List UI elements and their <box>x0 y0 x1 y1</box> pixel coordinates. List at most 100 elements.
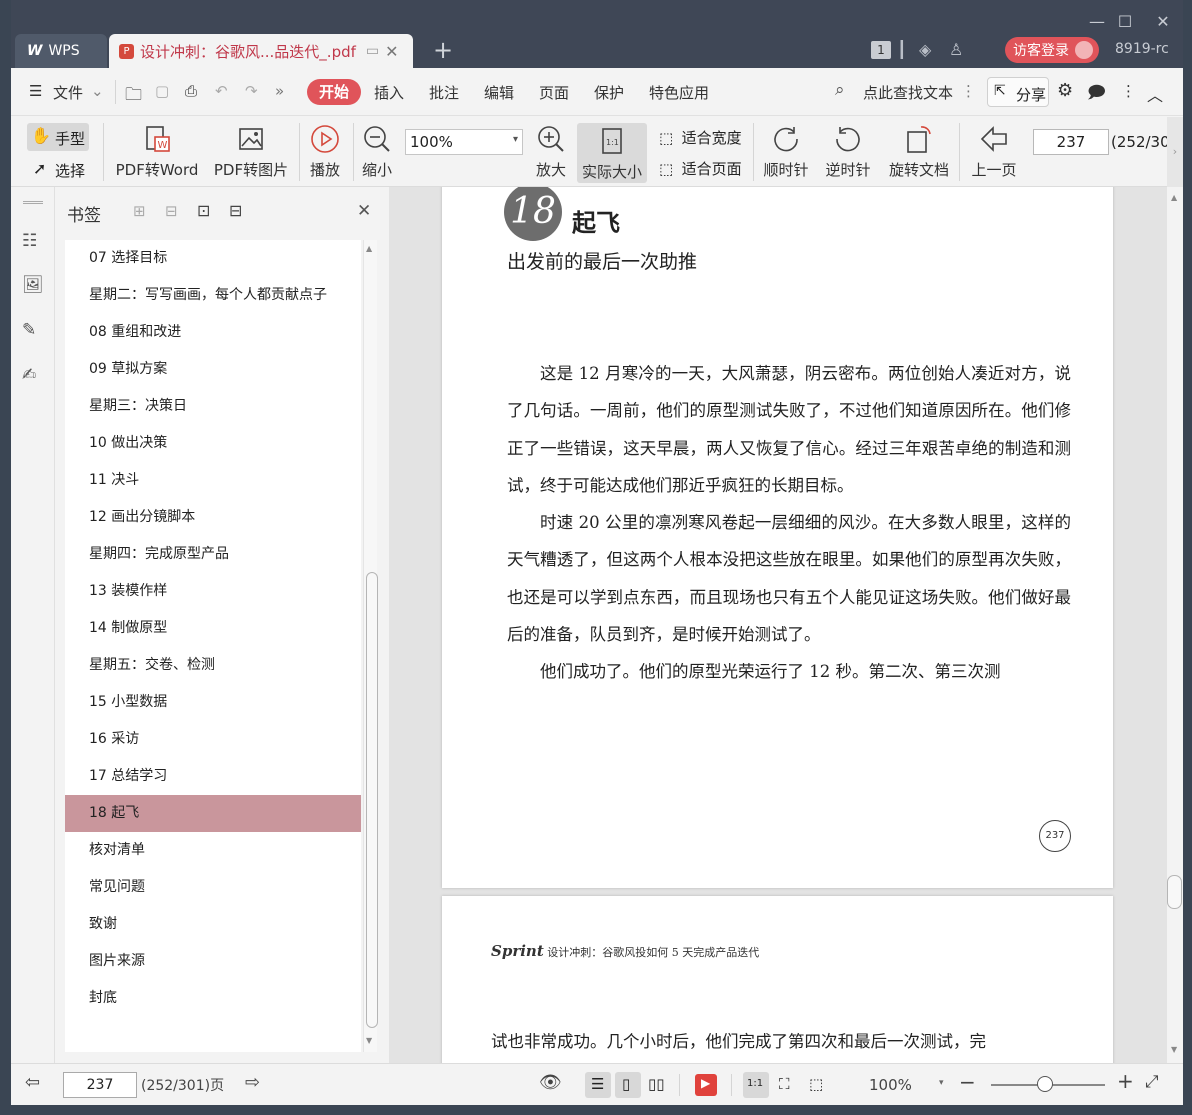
fullscreen-icon[interactable]: ⤢ <box>1145 1072 1159 1092</box>
hamburger-icon[interactable]: ☰ <box>29 82 42 100</box>
file-menu[interactable]: 文件 <box>53 82 83 103</box>
chevron-down-icon[interactable]: ▾ <box>939 1078 944 1088</box>
bookmark-scrollbar[interactable]: ▲ ▼ <box>363 240 378 1052</box>
bookmark-item[interactable]: 常见问题 <box>65 869 361 906</box>
bookmark-item[interactable]: 封底 <box>65 980 361 1017</box>
comment-icon[interactable]: 🗩 <box>1087 80 1106 109</box>
bookmark-item[interactable]: 星期三：决策日 <box>65 388 361 425</box>
fit-width-button[interactable]: ⬚ <box>803 1072 829 1098</box>
arrow-left-icon[interactable]: ⇦ <box>25 1072 40 1093</box>
maximize-icon[interactable]: ☐ <box>1115 12 1135 31</box>
drag-handle-icon[interactable] <box>23 201 43 204</box>
bookmark-icon[interactable]: ⊟ <box>229 201 242 220</box>
bookmark-item[interactable]: 16 采访 <box>65 721 361 758</box>
bookmark-item[interactable]: 致谢 <box>65 906 361 943</box>
page-number-input[interactable]: 237 <box>1033 129 1109 155</box>
actual-size-button[interactable]: 1:1 实际大小 <box>577 123 647 183</box>
visitor-login-button[interactable]: 访客登录 <box>1005 37 1099 63</box>
status-zoom-value[interactable]: 100% <box>869 1076 912 1094</box>
save-icon[interactable]: ▢ <box>155 82 169 100</box>
arrow-right-icon[interactable]: ⇨ <box>245 1072 260 1093</box>
pdf-to-image-button[interactable]: PDF转图片 <box>209 123 293 180</box>
fit-page-button[interactable]: ⬚ 适合页面 <box>659 158 742 180</box>
tab-wps-home[interactable]: W WPS <box>15 34 107 68</box>
annotation-icon[interactable]: ✎ <box>22 320 42 340</box>
eye-icon[interactable]: 👁 <box>539 1072 562 1093</box>
find-text-button[interactable]: 点此查找文本 <box>863 82 953 103</box>
play-button[interactable]: 播放 <box>307 123 343 180</box>
menu-protect[interactable]: 保护 <box>594 82 624 103</box>
bookmark-item[interactable]: 11 决斗 <box>65 462 361 499</box>
scroll-down-icon[interactable]: ▼ <box>366 1036 372 1045</box>
bookmark-item[interactable]: 图片来源 <box>65 943 361 980</box>
menu-annotate[interactable]: 批注 <box>429 82 459 103</box>
pdf-to-word-button[interactable]: W PDF转Word <box>113 123 201 180</box>
actual-size-button[interactable]: 1:1 <box>743 1072 769 1098</box>
rotate-document-button[interactable]: 旋转文档 <box>887 123 951 180</box>
screen-icon[interactable]: ▭ <box>366 43 379 59</box>
scroll-down-icon[interactable]: ▼ <box>1171 1045 1177 1054</box>
expand-all-icon[interactable]: ⊞ <box>133 202 146 220</box>
close-icon[interactable]: ✕ <box>357 201 371 221</box>
menu-special[interactable]: 特色应用 <box>649 82 709 103</box>
zoom-out-icon[interactable]: − <box>959 1070 976 1094</box>
close-tab-icon[interactable]: ✕ <box>385 42 398 61</box>
menu-insert[interactable]: 插入 <box>374 82 404 103</box>
outline-icon[interactable]: ☷ <box>22 231 42 251</box>
rotate-clockwise-button[interactable]: 顺时针 <box>761 123 811 180</box>
search-icon[interactable]: ⌕ <box>835 80 845 100</box>
single-page-continuous-button[interactable]: ☰ <box>585 1072 611 1098</box>
redo-icon[interactable]: ↷ <box>245 82 258 100</box>
open-folder-icon[interactable]: 🗀 <box>125 82 142 111</box>
bookmark-item[interactable]: 星期二：写写画画，每个人都贡献点子 <box>65 277 361 314</box>
bookmark-item[interactable]: 星期五：交卷、检测 <box>65 647 361 684</box>
hand-tool-button[interactable]: ✋ 手型 <box>27 123 89 151</box>
close-window-icon[interactable]: ✕ <box>1153 12 1173 31</box>
zoom-select[interactable]: 100% ▾ <box>405 129 523 155</box>
chevron-down-icon[interactable]: ⌄ <box>91 82 104 100</box>
collapse-ribbon-icon[interactable]: ︿ <box>1147 82 1163 106</box>
bookmark-item[interactable]: 星期四：完成原型产品 <box>65 536 361 573</box>
bookmark-item[interactable]: 15 小型数据 <box>65 684 361 721</box>
more-vertical-icon[interactable]: ⋮ <box>1121 82 1136 100</box>
ribbon-scroll-right-icon[interactable]: › <box>1167 117 1183 187</box>
bookmark-item[interactable]: 08 重组和改进 <box>65 314 361 351</box>
shirt-icon[interactable]: ♙ <box>949 40 963 59</box>
document-scroll-thumb[interactable] <box>1167 875 1182 909</box>
scroll-up-icon[interactable]: ▲ <box>366 244 372 253</box>
tab-document[interactable]: P 设计冲刺：谷歌风...品迭代_.pdf ▭ ✕ <box>109 34 413 68</box>
menu-edit[interactable]: 编辑 <box>484 82 514 103</box>
share-button[interactable]: ⇱ 分享 <box>987 77 1049 107</box>
document-view[interactable]: 18 起飞 出发前的最后一次助推 这是 12 月寒冷的一天，大风萧瑟，阴云密布。… <box>389 187 1167 1063</box>
thumbnail-icon[interactable]: 🖼 <box>22 275 44 295</box>
window-count-badge[interactable]: 1 <box>871 41 891 59</box>
minimize-icon[interactable]: — <box>1087 12 1107 31</box>
print-icon[interactable]: ⎙ <box>185 82 197 100</box>
gear-icon[interactable]: ⚙ <box>1057 80 1073 101</box>
bookmark-item[interactable]: 10 做出决策 <box>65 425 361 462</box>
collapse-all-icon[interactable]: ⊟ <box>165 202 178 220</box>
bookmark-item[interactable]: 09 草拟方案 <box>65 351 361 388</box>
new-tab-button[interactable]: + <box>433 36 453 64</box>
fit-page-button[interactable]: ⛶ <box>773 1072 799 1098</box>
status-page-input[interactable]: 237 <box>63 1072 137 1098</box>
undo-icon[interactable]: ↶ <box>215 82 228 100</box>
skin-icon[interactable]: ◈ <box>919 40 931 59</box>
bookmark-item[interactable]: 核对清单 <box>65 832 361 869</box>
bookmark-item[interactable]: 13 装模作样 <box>65 573 361 610</box>
bookmark-item[interactable]: 17 总结学习 <box>65 758 361 795</box>
bookmark-item[interactable]: 18 起飞 <box>65 795 361 832</box>
fit-width-button[interactable]: ⬚ 适合宽度 <box>659 127 742 149</box>
zoom-in-icon[interactable]: + <box>1117 1069 1134 1093</box>
more-icon[interactable]: » <box>275 82 284 100</box>
zoom-out-button[interactable]: 缩小 <box>359 123 395 180</box>
menu-start[interactable]: 开始 <box>307 79 361 105</box>
rotate-counterclockwise-button[interactable]: 逆时针 <box>823 123 873 180</box>
scroll-up-icon[interactable]: ▲ <box>1171 193 1177 202</box>
bookmark-item[interactable]: 07 选择目标 <box>65 240 361 277</box>
bookmark-scroll-thumb[interactable] <box>366 572 378 1028</box>
play-button[interactable]: ▶ <box>695 1074 717 1096</box>
signature-icon[interactable]: ✍ <box>22 365 42 385</box>
add-bookmark-icon[interactable]: ⊡ <box>197 201 210 220</box>
single-page-button[interactable]: ▯ <box>615 1072 641 1098</box>
